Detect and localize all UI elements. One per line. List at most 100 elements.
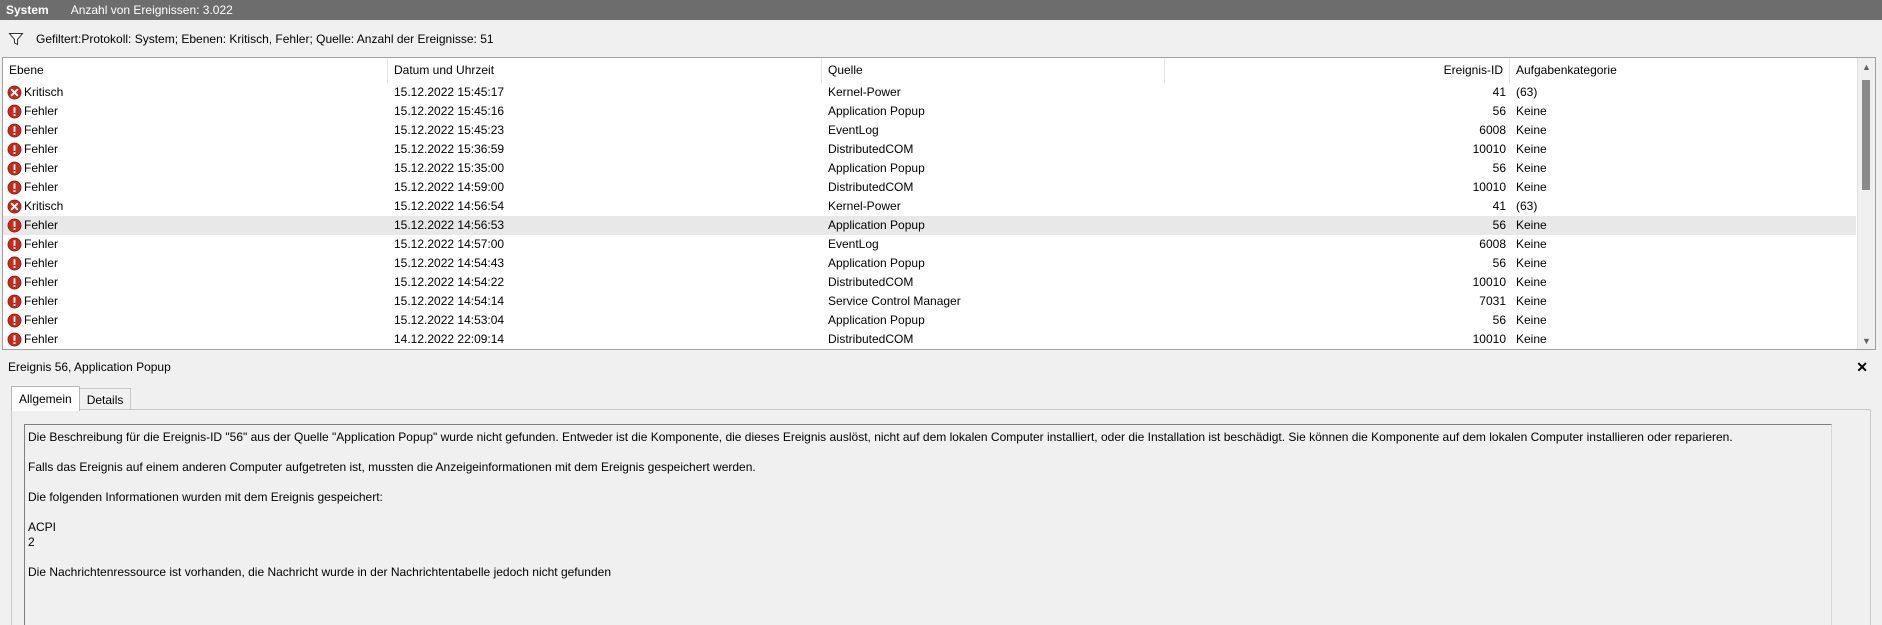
cell-event-id: 10010 bbox=[1472, 332, 1506, 346]
cell-source: Application Popup bbox=[828, 161, 925, 175]
error-icon bbox=[7, 161, 22, 176]
level-label: Fehler bbox=[24, 313, 59, 327]
table-row[interactable]: Fehler 15.12.2022 14:54:14 Service Control… bbox=[3, 292, 1856, 311]
cell-event-id: 56 bbox=[1492, 161, 1506, 175]
cell-event-id: 6008 bbox=[1479, 237, 1506, 251]
cell-level: Fehler bbox=[7, 254, 387, 273]
cell-level: Fehler bbox=[7, 311, 387, 330]
cell-date: 15.12.2022 14:54:14 bbox=[394, 294, 505, 308]
error-icon bbox=[7, 256, 22, 271]
detail-title: Ereignis 56, Application Popup bbox=[8, 360, 171, 374]
cell-event-id: 56 bbox=[1492, 218, 1506, 232]
cell-event-id: 6008 bbox=[1479, 123, 1506, 137]
column-header-event-id[interactable]: Ereignis-ID bbox=[1165, 58, 1510, 83]
event-list[interactable]: Ebene Datum und Uhrzeit Quelle Ereignis-… bbox=[2, 57, 1876, 350]
filter-text: Gefiltert:Protokoll: System; Ebenen: Kri… bbox=[36, 32, 494, 46]
cell-event-id: 56 bbox=[1492, 313, 1506, 327]
cell-date: 15.12.2022 15:35:00 bbox=[394, 161, 505, 175]
cell-category: Keine bbox=[1516, 180, 1547, 194]
cell-source: Application Popup bbox=[828, 104, 925, 118]
table-row[interactable]: Fehler 15.12.2022 15:36:59 DistributedCOM 1… bbox=[3, 140, 1856, 159]
tab-general[interactable]: Allgemein bbox=[11, 386, 80, 411]
cell-date: 15.12.2022 14:57:00 bbox=[394, 237, 505, 251]
column-header-date[interactable]: Datum und Uhrzeit bbox=[388, 58, 822, 83]
cell-date: 15.12.2022 14:56:53 bbox=[394, 218, 505, 232]
table-row[interactable]: Fehler 15.12.2022 14:54:22 DistributedCOM 1… bbox=[3, 273, 1856, 292]
cell-date: 15.12.2022 15:45:23 bbox=[394, 123, 505, 137]
cell-category: Keine bbox=[1516, 104, 1547, 118]
error-icon bbox=[7, 332, 22, 347]
cell-event-id: 10010 bbox=[1472, 142, 1506, 156]
filter-bar: Gefiltert:Protokoll: System; Ebenen: Kri… bbox=[0, 28, 1882, 50]
table-row[interactable]: Fehler 15.12.2022 14:56:53 Application Pop… bbox=[3, 216, 1856, 235]
column-header-level[interactable]: Ebene bbox=[3, 58, 388, 83]
column-header-category[interactable]: Aufgabenkategorie bbox=[1510, 58, 1858, 83]
level-label: Fehler bbox=[24, 256, 59, 270]
tab-details[interactable]: Details bbox=[78, 388, 132, 411]
cell-category: Keine bbox=[1516, 142, 1547, 156]
level-label: Fehler bbox=[24, 294, 59, 308]
table-row[interactable]: Fehler 15.12.2022 15:45:16 Application Pop… bbox=[3, 102, 1856, 121]
cell-source: EventLog bbox=[828, 123, 879, 137]
table-row[interactable]: Fehler 15.12.2022 14:54:43 Application Pop… bbox=[3, 254, 1856, 273]
cell-source: Kernel-Power bbox=[828, 85, 901, 99]
level-label: Fehler bbox=[24, 332, 59, 346]
table-row[interactable]: Fehler 15.12.2022 15:35:00 Application Pop… bbox=[3, 159, 1856, 178]
error-icon bbox=[7, 275, 22, 290]
error-icon bbox=[7, 313, 22, 328]
title-bar: System Anzahl von Ereignissen: 3.022 bbox=[0, 0, 1882, 20]
cell-category: Keine bbox=[1516, 218, 1547, 232]
cell-event-id: 10010 bbox=[1472, 275, 1506, 289]
scroll-up-icon[interactable]: ▲ bbox=[1858, 58, 1875, 75]
description-line: Die Nachrichtenressource ist vorhanden, … bbox=[28, 565, 611, 579]
cell-event-id: 10010 bbox=[1472, 180, 1506, 194]
cell-source: DistributedCOM bbox=[828, 180, 914, 194]
table-row[interactable]: Fehler 15.12.2022 15:45:23 EventLog 6008 Kei… bbox=[3, 121, 1856, 140]
table-row[interactable]: Fehler 15.12.2022 14:59:00 DistributedCOM 1… bbox=[3, 178, 1856, 197]
description-line: Falls das Ereignis auf einem anderen Com… bbox=[28, 460, 756, 474]
vertical-scrollbar[interactable]: ▲ ▼ bbox=[1857, 58, 1875, 349]
table-row[interactable]: Kritisch 15.12.2022 14:56:54 Kernel-Power 4… bbox=[3, 197, 1856, 216]
cell-date: 15.12.2022 15:45:16 bbox=[394, 104, 505, 118]
cell-level: Fehler bbox=[7, 178, 387, 197]
scroll-down-icon[interactable]: ▼ bbox=[1858, 332, 1875, 349]
table-row[interactable]: Fehler 15.12.2022 14:57:00 EventLog 6008 Kei… bbox=[3, 235, 1856, 254]
level-label: Fehler bbox=[24, 161, 59, 175]
table-row[interactable]: Kritisch 15.12.2022 15:45:17 Kernel-Power 4… bbox=[3, 83, 1856, 102]
log-name: System bbox=[6, 3, 49, 17]
cell-source: EventLog bbox=[828, 237, 879, 251]
cell-category: Keine bbox=[1516, 294, 1547, 308]
cell-level: Fehler bbox=[7, 159, 387, 178]
event-description[interactable]: Die Beschreibung für die Ereignis-ID "56… bbox=[24, 424, 1832, 625]
cell-category: Keine bbox=[1516, 161, 1547, 175]
cell-level: Fehler bbox=[7, 140, 387, 159]
cell-source: DistributedCOM bbox=[828, 275, 914, 289]
cell-event-id: 7031 bbox=[1479, 294, 1506, 308]
level-label: Kritisch bbox=[24, 199, 64, 213]
cell-event-id: 56 bbox=[1492, 104, 1506, 118]
level-label: Fehler bbox=[24, 123, 59, 137]
scroll-thumb[interactable] bbox=[1862, 80, 1870, 190]
cell-event-id: 41 bbox=[1492, 199, 1506, 213]
cell-source: Application Popup bbox=[828, 256, 925, 270]
close-icon[interactable]: ✕ bbox=[1856, 359, 1868, 376]
cell-date: 15.12.2022 14:59:00 bbox=[394, 180, 505, 194]
column-header-source[interactable]: Quelle bbox=[822, 58, 1165, 83]
cell-level: Fehler bbox=[7, 330, 387, 349]
cell-source: Service Control Manager bbox=[828, 294, 961, 308]
cell-source: DistributedCOM bbox=[828, 332, 914, 346]
table-row[interactable]: Fehler 14.12.2022 22:09:14 DistributedCOM 1… bbox=[3, 330, 1856, 349]
cell-source: DistributedCOM bbox=[828, 142, 914, 156]
event-rows: Kritisch 15.12.2022 15:45:17 Kernel-Power 4… bbox=[3, 83, 1858, 349]
critical-icon bbox=[7, 85, 22, 100]
detail-tabs: Allgemein Details bbox=[11, 386, 132, 411]
level-label: Fehler bbox=[24, 218, 59, 232]
cell-date: 14.12.2022 22:09:14 bbox=[394, 332, 505, 346]
cell-date: 15.12.2022 15:36:59 bbox=[394, 142, 505, 156]
cell-category: Keine bbox=[1516, 275, 1547, 289]
cell-source: Application Popup bbox=[828, 313, 925, 327]
table-row[interactable]: Fehler 15.12.2022 14:53:04 Application Pop… bbox=[3, 311, 1856, 330]
cell-category: Keine bbox=[1516, 256, 1547, 270]
